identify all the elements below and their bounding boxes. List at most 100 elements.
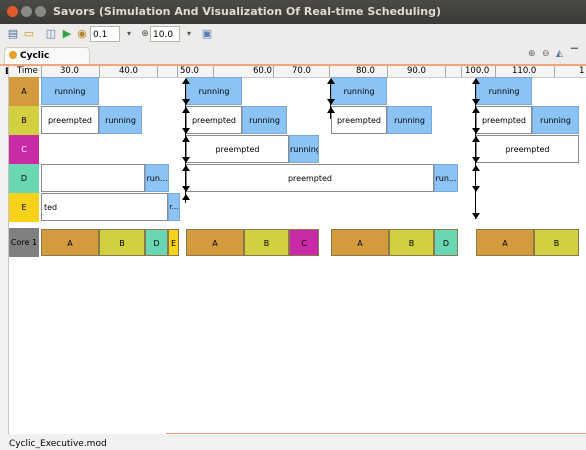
minimize-view-icon[interactable]: ▔: [571, 49, 578, 59]
zoom-dropdown-icon[interactable]: ▾: [182, 26, 196, 42]
core-label: Core 1: [9, 228, 39, 257]
time-tick: [273, 66, 274, 77]
task-label-d: D: [9, 164, 39, 193]
task-c-running-block[interactable]: running: [289, 135, 319, 163]
task-c-preempted-block[interactable]: preempted: [476, 135, 579, 163]
deadline-arrow-down-icon: [327, 99, 335, 105]
export-icon[interactable]: ◭: [556, 49, 563, 59]
task-b-preempted-block[interactable]: preempted: [331, 106, 387, 134]
task-d-preempted-block[interactable]: [41, 164, 145, 192]
task-a-running-block[interactable]: running: [186, 77, 242, 105]
release-arrow-up-icon: [472, 78, 480, 84]
time-tick-label: 80.0: [356, 66, 375, 76]
time-tick: [461, 66, 462, 77]
release-arrow-up-icon: [472, 165, 480, 171]
status-bar: Cyclic_Executive.mod: [0, 434, 586, 450]
time-tick: [554, 66, 555, 77]
play-icon[interactable]: ▶: [60, 27, 74, 41]
time-tick-label: 30.0: [60, 66, 79, 76]
time-tick: [157, 66, 158, 77]
deadline-arrow-down-icon: [472, 186, 480, 192]
task-b-preempted-block[interactable]: preempted: [186, 106, 242, 134]
deadline-arrow-down-icon: [182, 157, 190, 163]
release-arrow-up-icon: [327, 78, 335, 84]
new-file-icon[interactable]: ▤: [6, 27, 20, 41]
task-label-b: B: [9, 106, 39, 135]
title-bar: Savors (Simulation And Visualization Of …: [0, 0, 586, 24]
time-tick: [495, 66, 496, 77]
task-e-running-block[interactable]: r...: [168, 193, 180, 221]
close-window-button[interactable]: [7, 6, 18, 17]
core-slot-b[interactable]: B: [244, 229, 289, 256]
task-d-running-block[interactable]: run...: [434, 164, 458, 192]
time-tick-label: 40.0: [119, 66, 138, 76]
task-d-running-block[interactable]: run...: [145, 164, 169, 192]
task-d-preempted-block[interactable]: preempted: [186, 164, 434, 192]
deadline-arrow-down-icon: [182, 186, 190, 192]
task-a-running-block[interactable]: running: [41, 77, 99, 105]
core-slot-b[interactable]: B: [534, 229, 579, 256]
task-label-a: A: [9, 77, 39, 106]
task-label-c: C: [9, 135, 39, 164]
save-icon[interactable]: ◫: [44, 27, 58, 41]
task-e-preempted-block[interactable]: ted: [41, 193, 168, 221]
speed-input[interactable]: 0.1: [90, 26, 120, 42]
status-file-name: Cyclic_Executive.mod: [9, 439, 107, 449]
release-arrow-up-icon: [327, 107, 335, 113]
zoom-out-icon[interactable]: ⊖: [542, 49, 550, 59]
schedule-file-icon: [9, 51, 17, 59]
release-arrow-up-icon: [182, 165, 190, 171]
editor-tab-strip: Cyclic Executive ⊕ ⊖ ◭ ▔: [0, 46, 586, 77]
core-slot-a[interactable]: A: [331, 229, 389, 256]
tab-cyclic-executive[interactable]: Cyclic Executive: [4, 47, 90, 77]
schedule-view: Time 30.0 40.0 50.0 60.0 70.0 80.0 90.0 …: [8, 66, 586, 436]
release-arrow-up-icon: [182, 136, 190, 142]
time-tick-label: 50.0: [180, 66, 199, 76]
core-slot-a[interactable]: A: [41, 229, 99, 256]
screenshot-icon[interactable]: ▣: [200, 27, 214, 41]
time-tick: [177, 66, 178, 77]
task-b-running-block[interactable]: running: [532, 106, 579, 134]
task-b-running-block[interactable]: running: [242, 106, 287, 134]
time-tick-label: 110.0: [512, 66, 537, 76]
deadline-arrow-down-icon: [182, 128, 190, 134]
time-tick: [387, 66, 388, 77]
task-b-preempted-block[interactable]: preempted: [476, 106, 532, 134]
core-slot-a[interactable]: A: [476, 229, 534, 256]
time-axis-label: Time: [17, 66, 38, 76]
open-folder-icon[interactable]: ▭: [22, 27, 36, 41]
maximize-window-button[interactable]: [35, 6, 46, 17]
core-slot-b[interactable]: B: [389, 229, 434, 256]
release-arrow-up-icon: [472, 136, 480, 142]
zoom-in-icon[interactable]: ⊕: [528, 49, 536, 59]
task-b-running-block[interactable]: running: [387, 106, 432, 134]
core-slot-a[interactable]: A: [186, 229, 244, 256]
task-a-running-block[interactable]: running: [476, 77, 532, 105]
task-b-running-block[interactable]: running: [99, 106, 142, 134]
core-slot-b[interactable]: B: [99, 229, 145, 256]
time-tick: [99, 66, 100, 77]
core-slot-d[interactable]: D: [145, 229, 168, 256]
time-tick-label: 100.0: [465, 66, 490, 76]
core-slot-e[interactable]: E: [168, 229, 179, 256]
release-arrow-up-icon: [472, 107, 480, 113]
time-tick: [213, 66, 214, 77]
zoom-input[interactable]: 10.0: [150, 26, 180, 42]
core-slot-d[interactable]: D: [434, 229, 458, 256]
task-label-e: E: [9, 193, 39, 222]
task-c-preempted-block[interactable]: preempted: [186, 135, 289, 163]
core-slot-c[interactable]: C: [289, 229, 319, 256]
toolbar: ▤ ▭ ◫ ▶ ◉ 0.1 ▾ ⊕ 10.0 ▾ ▣: [0, 24, 586, 47]
release-arrow-up-icon: [182, 107, 190, 113]
task-b-preempted-block[interactable]: preempted: [41, 106, 99, 134]
time-tick-label: 60.0: [253, 66, 272, 76]
time-tick-label: 1: [579, 66, 585, 76]
task-a-running-block[interactable]: running: [331, 77, 387, 105]
window-title: Savors (Simulation And Visualization Of …: [53, 5, 442, 18]
minimize-window-button[interactable]: [21, 6, 32, 17]
deadline-arrow-down-icon: [472, 213, 480, 219]
release-arrow-up-icon: [182, 194, 190, 200]
deadline-arrow-down-icon: [472, 128, 480, 134]
time-tick: [329, 66, 330, 77]
speed-dropdown-icon[interactable]: ▾: [122, 26, 136, 42]
